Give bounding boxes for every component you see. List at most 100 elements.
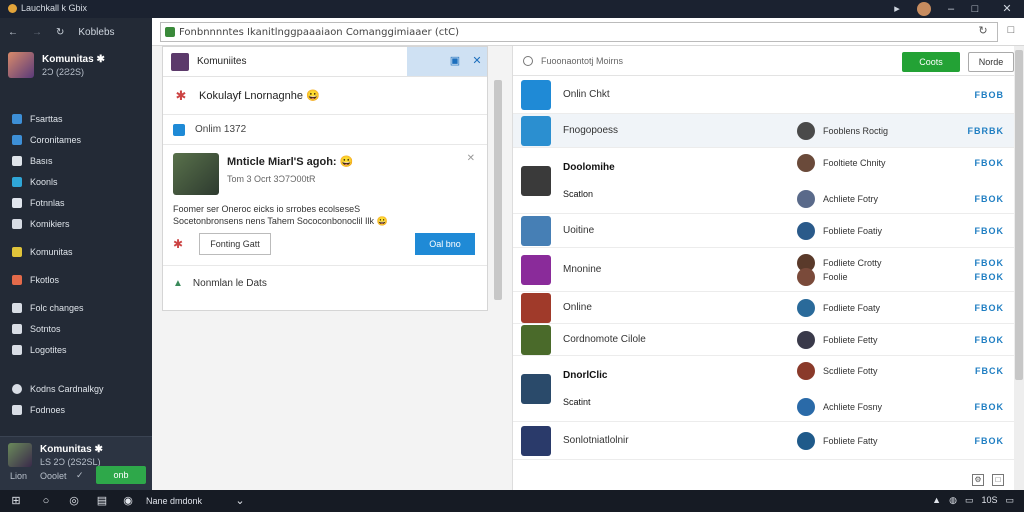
activity-item[interactable]: Fooltiete Chnity FBOK [797,152,1004,174]
friend-row-activity: Scdliete Fotty FBCK Achliete Fosny FBOK [797,356,1004,421]
activity-item[interactable]: Achliete Fotry FBOK [797,188,1004,210]
activity-action-button[interactable]: FBRBK [968,126,1005,136]
settings-icon[interactable]: ⚙ [972,474,984,486]
activity-item[interactable]: FBOB [797,84,1004,106]
sidebar-item-badges[interactable]: Komunitas [0,241,152,262]
files-icon[interactable]: ▤ [94,493,110,509]
activity-item[interactable]: Fobliete Fetty FBOK [797,329,1004,351]
activity-action-button[interactable]: FBOK [975,335,1005,345]
activity-item[interactable]: Achliete Fosny FBOK [797,396,1004,418]
activity-item[interactable]: Scdliete Fotty FBCK [797,360,1004,382]
card-description: Foomer ser Oneroc eicks io srrobes ecols… [173,195,477,227]
card-thumbnail [173,153,219,195]
activity-item[interactable]: Foolie FBOK [797,266,1004,288]
group-title: Kokulayf Lnornagnhe 😀 [199,90,320,102]
activity-action-button[interactable]: FBOK [975,194,1005,204]
friend-row[interactable]: Onlin Chkt FBOB [513,76,1014,114]
tray-battery-icon[interactable]: ▭ [965,495,974,506]
sidebar-item-store[interactable]: Fsarttas [0,108,152,129]
sidebar-item-logout[interactable]: Logotites [0,339,152,360]
panel-close-icon[interactable]: ✕ [471,55,483,67]
url-clear-icon[interactable]: □ [1004,24,1018,38]
tray-app-icon[interactable]: ◍ [949,495,957,506]
friend-row[interactable]: Mnonine Fodliete Crotty FBOK Foolie FBOK [513,248,1014,292]
primary-action-button[interactable]: Oal bno [415,233,475,255]
group-title-row[interactable]: ✱ Kokulayf Lnornagnhe 😀 [163,77,487,115]
sidebar-item-library[interactable]: Basıs [0,150,152,171]
sidebar-item-photos[interactable]: Fkotlos [0,269,152,290]
activity-action-button[interactable]: FBOK [975,158,1005,168]
more-button[interactable]: Norde [968,52,1014,72]
taskbar-app-label[interactable]: Nane dmdonk [146,496,202,506]
bottom-link-2[interactable]: Ooolet [40,471,67,481]
url-refresh-icon[interactable]: ↻ [976,24,990,38]
url-input[interactable]: Fonbnnnntes Ikanitlnggpaaaiaon Comanggim… [160,22,998,42]
notification-icon[interactable]: ▸ [890,2,904,16]
friends-search-input[interactable]: Fuoonaontotj Moirns [541,56,623,66]
sidebar-item-chat[interactable]: Fodnoes [0,399,152,420]
friend-row[interactable]: Online Fodliete Foaty FBOK [513,292,1014,324]
refresh-icon[interactable]: ↻ [56,27,64,38]
sidebar-item-community[interactable]: Coronitames [0,129,152,150]
tray-up-icon[interactable]: ▲ [932,495,941,506]
card-dismiss-icon[interactable]: ✕ [467,153,475,164]
right-scrollbar[interactable] [1014,46,1024,490]
activity-label: Fobliete Fetty [823,335,878,345]
friend-row-subtitle: Scatlon [563,189,594,199]
search-icon[interactable] [523,55,533,66]
footer-row[interactable]: ▲ Nonmlan le Dats [163,266,487,300]
minimize-icon[interactable]: – [944,2,958,16]
middle-scrollbar[interactable] [494,80,502,300]
sidebar-item-changes[interactable]: Folc changes [0,297,152,318]
user-avatar[interactable] [917,2,931,16]
sidebar-item-friend-list[interactable]: Kodns Cardnalkgy [0,378,152,399]
online-count-row[interactable]: Onlim 1372 [163,115,487,145]
secondary-action-button[interactable]: Fonting Gatt [199,233,271,255]
clock[interactable]: 10S [981,495,997,506]
search-taskbar-icon[interactable]: ○ [38,493,54,509]
friend-row[interactable]: Sonlotniatlolnir Fobliete Fatty FBOK [513,422,1014,460]
window-icon[interactable]: □ [992,474,1004,486]
taskbar-dropdown-icon[interactable]: ⌄ [232,493,248,509]
edge-icon[interactable]: ◎ [66,493,82,509]
sidebar-item-profile[interactable]: Komikiers [0,213,152,234]
right-scrollbar-thumb[interactable] [1015,50,1023,380]
friend-row[interactable]: Doolomihe Scatlon Fooltiete Chnity FBOK Achl… [513,148,1014,214]
close-icon[interactable]: ✕ [1000,2,1014,16]
browser-icon[interactable]: ◉ [120,493,136,509]
activity-item[interactable]: Fooblens Roctig FBRBK [797,120,1004,142]
friend-row-activity: Fodliete Crotty FBOK Foolie FBOK [797,248,1004,291]
sidebar-item-settings[interactable]: Sotntos [0,318,152,339]
online-button[interactable]: onb [96,466,146,484]
friend-row[interactable]: Uoitine Fobliete Foatiy FBOK [513,214,1014,248]
sidebar-item-label: Sotntos [30,323,61,334]
friend-row[interactable]: Cordnomote Cilole Fobliete Fetty FBOK [513,324,1014,356]
friend-row[interactable]: DnorlClic Scatint Scdliete Fotty FBCK Achlie… [513,356,1014,422]
tray-notification-icon[interactable]: ▭ [1005,495,1014,506]
activity-action-button[interactable]: FBOK [975,402,1005,412]
friend-row-activity: Fodliete Foaty FBOK [797,292,1004,323]
check-icon[interactable]: ✓ [76,470,84,481]
add-friend-button[interactable]: Coots [902,52,960,72]
online-count: Onlim 1372 [195,124,247,135]
activity-action-button[interactable]: FBCK [975,366,1004,376]
activity-item[interactable]: Fobliete Fatty FBOK [797,430,1004,452]
activity-action-button[interactable]: FBOK [975,226,1005,236]
popout-icon[interactable]: ▣ [449,55,461,67]
activity-action-button[interactable]: FBOK [975,303,1005,313]
bottom-link-1[interactable]: Lion [10,471,27,481]
activity-action-button[interactable]: FBOK [975,436,1005,446]
activity-item[interactable]: Fobliete Foatiy FBOK [797,220,1004,242]
activity-action-button[interactable]: FBOK [975,272,1005,282]
activity-action-button[interactable]: FBOB [975,90,1005,100]
friend-row[interactable]: Fnogopoess Fooblens Roctig FBRBK [513,114,1014,148]
activity-item[interactable]: Fodliete Foaty FBOK [797,297,1004,319]
start-icon[interactable]: ⊞ [8,493,24,509]
forward-icon[interactable]: → [32,27,42,38]
sidebar-profile[interactable]: Komunitas ✱ 2Ɔ (2Ƨ2S) [0,46,152,84]
maximize-icon[interactable]: □ [968,2,982,16]
sidebar-menu: Fsarttas Coronitames Basıs Koonls Fotnnl… [0,108,152,420]
back-icon[interactable]: ← [8,27,18,38]
sidebar-item-downloads[interactable]: Koonls [0,171,152,192]
sidebar-item-friends[interactable]: Fotnnlas [0,192,152,213]
